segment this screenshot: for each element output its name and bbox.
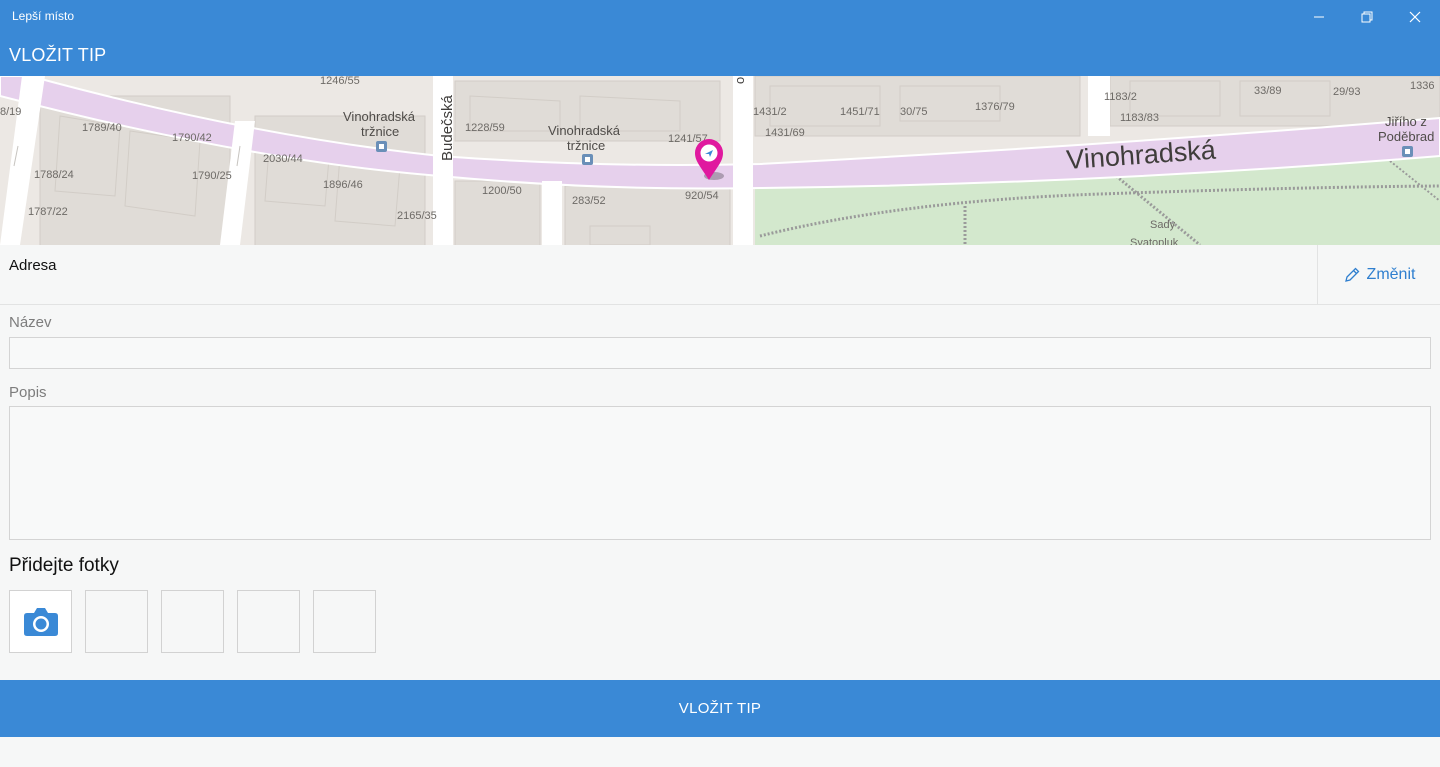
photo-slot[interactable]: [313, 590, 376, 653]
house-number: 1790/42: [172, 132, 212, 144]
change-address-button[interactable]: Změnit: [1317, 245, 1440, 305]
house-number: 1183/83: [1120, 112, 1159, 124]
transit-icon: [1402, 146, 1413, 157]
map-canvas: 1246/55 1789/40 1790/42 2030/44 1790/25 …: [0, 76, 1440, 245]
house-number: 1376/79: [975, 101, 1015, 113]
house-number: 1183/2: [1104, 91, 1137, 103]
house-number: 2165/35: [397, 210, 437, 222]
transit-icon: [376, 141, 387, 152]
house-number: 1788/24: [34, 169, 74, 181]
address-section: Adresa Změnit: [0, 245, 1440, 305]
poi-label: Poděbrad: [1378, 129, 1434, 144]
minimize-button[interactable]: [1296, 0, 1342, 33]
poi-label: Vinohradská: [548, 123, 621, 138]
house-number: 1787/22: [28, 206, 68, 218]
submit-tip-button[interactable]: VLOŽIT TIP: [0, 680, 1440, 737]
street-label: o: [732, 77, 747, 84]
change-address-label: Změnit: [1366, 266, 1416, 283]
park-label: Sady: [1150, 219, 1176, 231]
title-bar: Lepší místo: [0, 0, 1440, 33]
close-button[interactable]: [1392, 0, 1438, 33]
close-icon: [1409, 11, 1421, 22]
photo-slot[interactable]: [161, 590, 224, 653]
submit-tip-label: VLOŽIT TIP: [678, 700, 762, 717]
house-number: 8/19: [0, 106, 21, 118]
address-label: Adresa: [9, 257, 57, 274]
house-number: 1246/55: [320, 76, 360, 87]
photo-slot[interactable]: [237, 590, 300, 653]
house-number: 29/93: [1333, 86, 1361, 98]
description-input[interactable]: [9, 406, 1431, 540]
transit-icon: [582, 154, 593, 165]
app-title: Lepší místo: [12, 9, 75, 23]
house-number: 283/52: [572, 195, 606, 207]
description-label: Popis: [9, 384, 47, 401]
house-number: 30/75: [900, 106, 928, 118]
restore-button[interactable]: [1344, 0, 1390, 33]
house-number: 1789/40: [82, 122, 122, 134]
house-number: 1336: [1410, 80, 1434, 92]
poi-label: Jiřího z: [1385, 114, 1427, 129]
house-number: 2030/44: [263, 153, 303, 165]
poi-label: tržnice: [567, 138, 605, 153]
page-header: VLOŽIT TIP: [0, 33, 1440, 76]
park-label: Svatopluk: [1130, 237, 1179, 245]
house-number: 33/89: [1254, 85, 1282, 97]
add-photo-button[interactable]: [9, 590, 72, 653]
restore-icon: [1361, 11, 1373, 22]
house-number: 920/54: [685, 190, 719, 202]
map-view[interactable]: 1246/55 1789/40 1790/42 2030/44 1790/25 …: [0, 76, 1440, 245]
name-input[interactable]: [9, 337, 1431, 369]
house-number: 1431/2: [753, 106, 787, 118]
minimize-icon: [1314, 16, 1324, 17]
photo-slot[interactable]: [85, 590, 148, 653]
poi-label: Vinohradská: [343, 109, 416, 124]
house-number: 1451/71: [840, 106, 880, 118]
house-number: 1896/46: [323, 179, 363, 191]
pencil-icon: [1344, 267, 1359, 282]
house-number: 1200/50: [482, 185, 522, 197]
photos-title: Přidejte fotky: [9, 555, 119, 576]
page-title: VLOŽIT TIP: [9, 45, 107, 65]
street-label: Budečská: [439, 94, 456, 161]
house-number: 1431/69: [765, 127, 805, 139]
house-number: 1228/59: [465, 122, 505, 134]
camera-icon: [23, 607, 58, 636]
house-number: 1790/25: [192, 170, 232, 182]
name-label: Název: [9, 314, 52, 331]
poi-label: tržnice: [361, 124, 399, 139]
